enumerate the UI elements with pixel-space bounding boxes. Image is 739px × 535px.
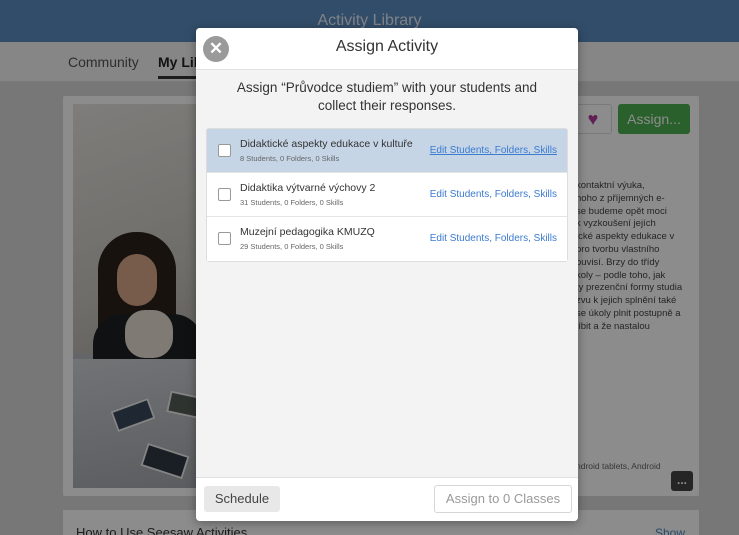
modal-title: Assign Activity	[335, 38, 439, 55]
class-name: Muzejní pedagogika KMUZQ	[240, 226, 375, 238]
class-name: Didaktika výtvarné výchovy 2	[240, 182, 376, 194]
class-row[interactable]: Didaktika výtvarné výchovy 2 31 Students…	[207, 173, 567, 217]
class-row[interactable]: Didaktické aspekty edukace v kultuře 8 S…	[207, 129, 567, 173]
class-checkbox[interactable]	[218, 144, 231, 157]
class-checkbox[interactable]	[218, 188, 231, 201]
class-row[interactable]: Muzejní pedagogika KMUZQ 29 Students, 0 …	[207, 217, 567, 261]
assign-activity-modal: ✕ Assign Activity Assign “Průvodce studi…	[196, 28, 578, 521]
edit-students-link[interactable]: Edit Students, Folders, Skills	[430, 189, 557, 200]
edit-students-link[interactable]: Edit Students, Folders, Skills	[430, 145, 557, 156]
class-meta: 31 Students, 0 Folders, 0 Skills	[240, 198, 344, 207]
modal-header: ✕ Assign Activity	[196, 28, 578, 70]
modal-subtitle: Assign “Průvodce studiem” with your stud…	[236, 80, 538, 113]
class-name: Didaktické aspekty edukace v kultuře	[240, 138, 413, 150]
edit-students-link[interactable]: Edit Students, Folders, Skills	[430, 233, 557, 244]
class-meta: 29 Students, 0 Folders, 0 Skills	[240, 242, 344, 251]
class-checkbox[interactable]	[218, 232, 231, 245]
modal-footer: Schedule Assign to 0 Classes	[196, 477, 578, 521]
class-meta: 8 Students, 0 Folders, 0 Skills	[240, 154, 340, 163]
assign-to-classes-button[interactable]: Assign to 0 Classes	[434, 485, 572, 513]
class-list: Didaktické aspekty edukace v kultuře 8 S…	[206, 128, 568, 262]
schedule-button[interactable]: Schedule	[204, 486, 280, 512]
